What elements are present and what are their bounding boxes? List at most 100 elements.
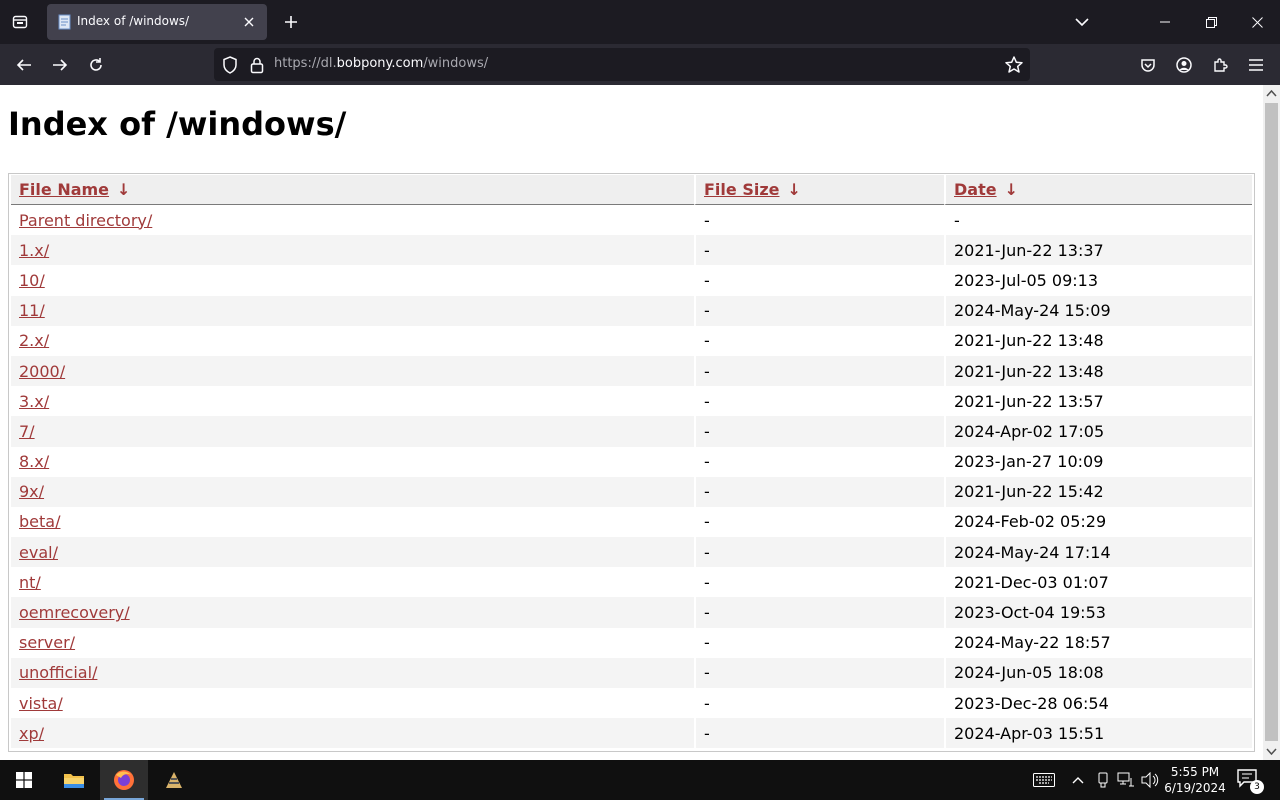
file-size-cell: -	[694, 537, 944, 568]
file-link[interactable]: eval/	[19, 543, 58, 562]
hamburger-menu-icon	[1249, 59, 1263, 71]
url-path: /windows/	[423, 56, 489, 71]
file-link[interactable]: server/	[19, 633, 75, 652]
start-button[interactable]	[0, 760, 48, 800]
new-tab-button[interactable]	[277, 8, 305, 36]
file-link[interactable]: 7/	[19, 422, 35, 441]
firefox-view-button[interactable]	[6, 8, 34, 36]
file-size-cell: -	[694, 597, 944, 628]
taskbar-file-explorer[interactable]	[50, 760, 98, 800]
table-row: oemrecovery/ -2023-Oct-04 19:53	[11, 597, 1252, 628]
navigation-toolbar: https://dl.bobpony.com/windows/	[0, 44, 1280, 85]
list-all-tabs-button[interactable]	[1068, 8, 1096, 36]
bookmark-star-icon[interactable]	[1003, 54, 1025, 76]
file-link[interactable]: 10/	[19, 271, 45, 290]
file-link[interactable]: 8.x/	[19, 452, 49, 471]
file-date-cell: 2023-Oct-04 19:53	[944, 597, 1252, 628]
table-row: 3.x/ -2021-Jun-22 13:57	[11, 386, 1252, 417]
file-name-cell: eval/	[11, 537, 694, 568]
file-date-cell: 2023-Dec-28 06:54	[944, 688, 1252, 719]
sort-by-name-link[interactable]: File Name ↓	[19, 180, 130, 199]
volume-tray[interactable]	[1140, 770, 1160, 790]
vertical-scrollbar[interactable]	[1263, 85, 1280, 760]
table-row: unofficial/ -2024-Jun-05 18:08	[11, 657, 1252, 688]
app-icon	[166, 772, 182, 788]
firefox-view-icon	[12, 15, 28, 29]
firefox-icon	[114, 770, 134, 790]
file-name-cell: xp/	[11, 718, 694, 749]
taskbar-app[interactable]	[150, 760, 198, 800]
file-link[interactable]: vista/	[19, 694, 63, 713]
restore-button[interactable]	[1188, 0, 1234, 44]
scrollbar-thumb[interactable]	[1265, 103, 1278, 741]
window-close-button[interactable]	[1234, 0, 1280, 44]
table-row: server/ -2024-May-22 18:57	[11, 627, 1252, 658]
app-menu-button[interactable]	[1241, 50, 1271, 80]
account-button[interactable]	[1169, 50, 1199, 80]
pocket-button[interactable]	[1133, 50, 1163, 80]
address-bar[interactable]: https://dl.bobpony.com/windows/	[214, 48, 1030, 81]
file-date-cell: 2023-Jul-05 09:13	[944, 265, 1252, 296]
windows-logo-icon	[16, 772, 32, 788]
file-name-cell: 3.x/	[11, 386, 694, 416]
file-name-cell: server/	[11, 628, 694, 658]
forward-button[interactable]	[45, 50, 75, 80]
scroll-down-arrow-icon[interactable]	[1266, 748, 1277, 756]
file-link[interactable]: 1.x/	[19, 241, 49, 260]
file-link[interactable]: 2000/	[19, 362, 65, 381]
file-link[interactable]: oemrecovery/	[19, 603, 130, 622]
file-date-cell: 2021-Jun-22 13:37	[944, 235, 1252, 266]
file-link[interactable]: 2.x/	[19, 331, 49, 350]
file-name-cell: 2.x/	[11, 326, 694, 356]
file-link[interactable]: 9x/	[19, 482, 44, 501]
table-row: 2.x/ -2021-Jun-22 13:48	[11, 325, 1252, 356]
file-link[interactable]: 3.x/	[19, 392, 49, 411]
file-size-cell: -	[694, 325, 944, 356]
file-name-cell: 2000/	[11, 355, 694, 387]
file-link[interactable]: beta/	[19, 512, 60, 531]
lock-icon[interactable]	[247, 55, 267, 75]
usb-device-tray[interactable]	[1093, 770, 1113, 790]
minimize-button[interactable]	[1142, 0, 1188, 44]
url-host: bobpony.com	[336, 56, 424, 71]
clock-time: 5:55 PM	[1170, 765, 1220, 779]
tracking-protection-shield-icon[interactable]	[220, 55, 240, 75]
file-size-cell: -	[694, 355, 944, 387]
file-link[interactable]: 11/	[19, 301, 45, 320]
tab-close-button[interactable]	[237, 10, 261, 34]
file-link[interactable]: Parent directory/	[19, 211, 152, 230]
file-date-cell: 2021-Jun-22 13:48	[944, 355, 1252, 387]
clock-date: 6/19/2024	[1164, 781, 1226, 795]
touch-keyboard-button[interactable]	[1032, 770, 1056, 790]
file-link[interactable]: unofficial/	[19, 663, 97, 682]
table-row: 7/ -2024-Apr-02 17:05	[11, 416, 1252, 447]
tab-active[interactable]: Index of /windows/	[47, 4, 267, 40]
file-size-cell: -	[694, 567, 944, 598]
table-row: 8.x/ -2023-Jan-27 10:09	[11, 446, 1252, 477]
column-header-file-size: File Size ↓	[694, 175, 944, 205]
speaker-icon	[1141, 772, 1159, 788]
column-header-file-name: File Name ↓	[11, 175, 694, 205]
reload-button[interactable]	[81, 50, 111, 80]
restore-icon	[1205, 16, 1217, 28]
chevron-up-icon	[1072, 777, 1084, 784]
extensions-button[interactable]	[1205, 50, 1235, 80]
back-button[interactable]	[9, 50, 39, 80]
reload-icon	[90, 58, 102, 71]
plus-icon	[285, 16, 297, 28]
notification-center-button[interactable]: 3	[1236, 768, 1264, 794]
file-link[interactable]: xp/	[19, 724, 44, 743]
show-hidden-icons-button[interactable]	[1068, 770, 1088, 790]
file-date-cell: 2024-May-24 17:14	[944, 537, 1252, 568]
network-tray[interactable]	[1116, 770, 1136, 790]
url-text[interactable]: https://dl.bobpony.com/windows/	[274, 56, 488, 71]
file-link[interactable]: nt/	[19, 573, 41, 592]
sort-by-date-link[interactable]: Date ↓	[954, 180, 1018, 199]
scroll-up-arrow-icon[interactable]	[1266, 89, 1277, 97]
taskbar-firefox[interactable]	[100, 760, 148, 800]
taskbar-clock[interactable]: 5:55 PM 6/19/2024	[1160, 764, 1230, 796]
sort-by-size-link[interactable]: File Size ↓	[704, 180, 801, 199]
file-size-cell: -	[694, 506, 944, 538]
file-size-cell: -	[694, 386, 944, 417]
file-date-cell: 2024-Apr-02 17:05	[944, 416, 1252, 447]
